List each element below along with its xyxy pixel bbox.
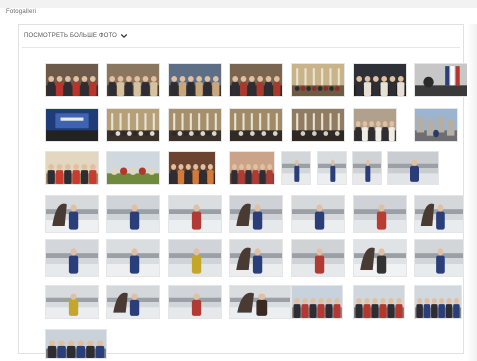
photo-image <box>415 240 463 276</box>
photo-image <box>107 64 159 96</box>
photo-image <box>354 109 396 141</box>
gallery-thumbnail[interactable] <box>45 195 99 233</box>
gallery-thumbnail[interactable] <box>106 108 160 142</box>
gallery-thumbnail[interactable] <box>414 63 468 97</box>
photo-image <box>46 240 98 276</box>
photo-image <box>354 64 406 96</box>
gallery-thumbnail[interactable] <box>352 151 382 185</box>
gallery-thumbnail[interactable] <box>45 108 99 142</box>
photo-image <box>107 240 159 276</box>
photo-image <box>169 152 215 184</box>
photo-image <box>169 240 221 276</box>
photo-image <box>230 196 282 232</box>
gallery-thumbnail[interactable] <box>353 285 405 319</box>
photo-image <box>292 240 344 276</box>
divider <box>22 47 460 48</box>
gallery-thumbnail[interactable] <box>106 151 160 185</box>
gallery-thumbnail[interactable] <box>353 108 397 142</box>
photo-image <box>169 64 221 96</box>
gallery-thumbnail[interactable] <box>229 151 275 185</box>
gallery-thumbnail[interactable] <box>414 108 458 142</box>
photo-image <box>46 109 98 141</box>
gallery-thumbnail[interactable] <box>45 285 99 319</box>
photo-image <box>46 152 98 184</box>
gallery-thumbnail[interactable] <box>229 63 283 97</box>
gallery-thumbnail[interactable] <box>353 195 407 233</box>
chevron-down-icon <box>121 34 128 38</box>
gallery-thumbnail[interactable] <box>168 195 222 233</box>
photo-image <box>230 286 290 318</box>
gallery-thumbnail[interactable] <box>106 285 160 319</box>
gallery-thumbnail[interactable] <box>317 151 347 185</box>
photo-image <box>354 286 404 318</box>
show-more-photos-label: ПОСМОТРЕТЬ БОЛЬШЕ ФОТО <box>24 33 118 39</box>
photo-image <box>46 196 98 232</box>
photo-image <box>169 196 221 232</box>
gallery-thumbnail[interactable] <box>414 239 464 277</box>
gallery-thumbnail[interactable] <box>291 239 345 277</box>
gallery-thumbnail[interactable] <box>387 151 439 185</box>
photo-image <box>354 240 406 276</box>
gallery-thumbnail[interactable] <box>45 239 99 277</box>
gallery-thumbnail[interactable] <box>45 329 107 359</box>
gallery-thumbnail[interactable] <box>353 239 407 277</box>
photo-image <box>169 286 221 318</box>
gallery-thumbnail[interactable] <box>106 239 160 277</box>
gallery-thumbnail[interactable] <box>291 195 345 233</box>
photo-image <box>107 196 159 232</box>
top-strip <box>0 0 477 8</box>
gallery-thumbnail[interactable] <box>291 108 345 142</box>
gallery-thumbnail[interactable] <box>168 108 222 142</box>
photo-image <box>415 196 463 232</box>
show-more-photos-toggle[interactable]: ПОСМОТРЕТЬ БОЛЬШЕ ФОТО <box>24 30 128 42</box>
gallery-thumbnail[interactable] <box>229 195 283 233</box>
photo-image <box>230 109 282 141</box>
photo-image <box>169 109 221 141</box>
gallery-thumbnail[interactable] <box>45 151 99 185</box>
photo-image <box>282 152 310 184</box>
photo-image <box>415 286 461 318</box>
gallery-thumbnail[interactable] <box>414 285 462 319</box>
photo-image <box>230 240 282 276</box>
page-title: Fotogalleri <box>6 9 37 15</box>
photo-image <box>318 152 346 184</box>
gallery-thumbnail[interactable] <box>229 108 283 142</box>
photo-image <box>230 152 274 184</box>
photo-image <box>292 196 344 232</box>
gallery-thumbnail[interactable] <box>45 63 99 97</box>
photo-image <box>107 286 159 318</box>
photo-image <box>415 109 457 141</box>
gallery-thumbnail[interactable] <box>106 195 160 233</box>
photo-image <box>46 330 106 358</box>
photo-image <box>415 64 467 96</box>
gallery-thumbnail[interactable] <box>106 63 160 97</box>
scroll-edge <box>467 24 477 361</box>
photo-image <box>107 152 159 184</box>
gallery-thumbnail[interactable] <box>168 151 216 185</box>
gallery-thumbnail[interactable] <box>414 195 464 233</box>
gallery-thumbnail[interactable] <box>168 63 222 97</box>
photo-image <box>46 286 98 318</box>
gallery-thumbnail[interactable] <box>281 151 311 185</box>
gallery-thumbnail[interactable] <box>291 63 345 97</box>
gallery-thumbnail[interactable] <box>291 285 343 319</box>
photo-image <box>107 109 159 141</box>
gallery-thumbnail[interactable] <box>168 285 222 319</box>
photo-image <box>388 152 438 184</box>
gallery-thumbnail[interactable] <box>168 239 222 277</box>
photo-image <box>292 64 344 96</box>
gallery-thumbnail[interactable] <box>229 285 291 319</box>
photo-image <box>292 286 342 318</box>
photo-image <box>230 64 282 96</box>
gallery-thumbnail[interactable] <box>353 63 407 97</box>
page: Fotogalleri ПОСМОТРЕТЬ БОЛЬШЕ ФОТО <box>0 0 477 361</box>
photo-image <box>46 64 98 96</box>
photo-image <box>353 152 381 184</box>
photo-image <box>354 196 406 232</box>
gallery-thumbnail[interactable] <box>229 239 283 277</box>
photo-image <box>292 109 344 141</box>
